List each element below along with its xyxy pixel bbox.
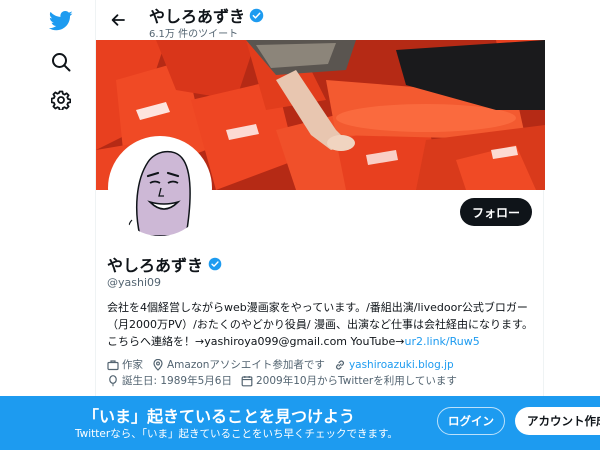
bio-link[interactable]: ur2.link/Ruw5	[404, 335, 479, 348]
settings-icon[interactable]	[49, 88, 73, 112]
meta-birthday: 誕生日: 1989年5月6日	[107, 373, 232, 388]
category-text: 作家	[122, 359, 143, 371]
joined-text: 2009年10月からTwitterを利用しています	[255, 375, 457, 387]
display-name-row: やしろあずき	[107, 252, 222, 276]
signup-prompt-subtitle: Twitterなら、「いま」起きていることをいち早くチェックできます。	[75, 428, 398, 440]
search-icon[interactable]	[49, 50, 73, 74]
header-name: やしろあずき	[149, 7, 246, 26]
profile-bio: 会社を4個経営しながらweb漫画家をやっています。/番組出演/livedoor公…	[107, 299, 537, 350]
back-button[interactable]	[104, 6, 132, 34]
display-name: やしろあずき	[107, 256, 204, 275]
arrow-left-icon	[111, 14, 125, 26]
meta-category: 作家	[107, 357, 143, 372]
signup-prompt-bar: 「いま」起きていることを見つけよう Twitterなら、「いま」起きていることを…	[0, 396, 600, 450]
briefcase-icon	[107, 359, 119, 370]
calendar-icon	[241, 375, 253, 386]
verified-badge-icon	[208, 257, 222, 271]
profile-avatar[interactable]	[108, 136, 212, 240]
login-button[interactable]: ログイン	[437, 407, 505, 435]
location-text: Amazonアソシエイト参加者です	[167, 359, 325, 371]
signup-prompt-title: 「いま」起きていることを見つけよう	[83, 407, 356, 426]
twitter-logo-icon[interactable]	[49, 9, 73, 33]
website-link[interactable]: yashiroazuki.blog.jp	[349, 359, 454, 371]
profile-header-bar: やしろあずき 6.1万 件のツイート	[96, 0, 545, 40]
create-account-button[interactable]: アカウント作成	[515, 407, 600, 435]
profile-meta-row-2: 誕生日: 1989年5月6日 2009年10月からTwitterを利用しています	[107, 373, 466, 388]
location-pin-icon	[153, 358, 163, 371]
profile-meta-row-1: 作家 Amazonアソシエイト参加者です yashiroazuki.blog.j…	[107, 357, 463, 372]
meta-website: yashiroazuki.blog.jp	[334, 359, 454, 371]
left-nav	[0, 0, 95, 450]
tweet-count: 6.1万 件のツイート	[149, 29, 239, 40]
meta-location: Amazonアソシエイト参加者です	[152, 357, 325, 372]
header-name-row: やしろあずき	[149, 3, 264, 27]
profile-column: やしろあずき 6.1万 件のツイート フォロー やしろあずき @yashi09 …	[95, 0, 545, 450]
follow-button[interactable]: フォロー	[460, 198, 532, 226]
balloon-icon	[109, 374, 117, 386]
meta-joined: 2009年10月からTwitterを利用しています	[241, 373, 457, 388]
link-icon	[335, 360, 344, 369]
verified-badge-icon	[249, 8, 264, 22]
birthday-text: 誕生日: 1989年5月6日	[122, 375, 232, 387]
user-handle: @yashi09	[107, 276, 162, 289]
